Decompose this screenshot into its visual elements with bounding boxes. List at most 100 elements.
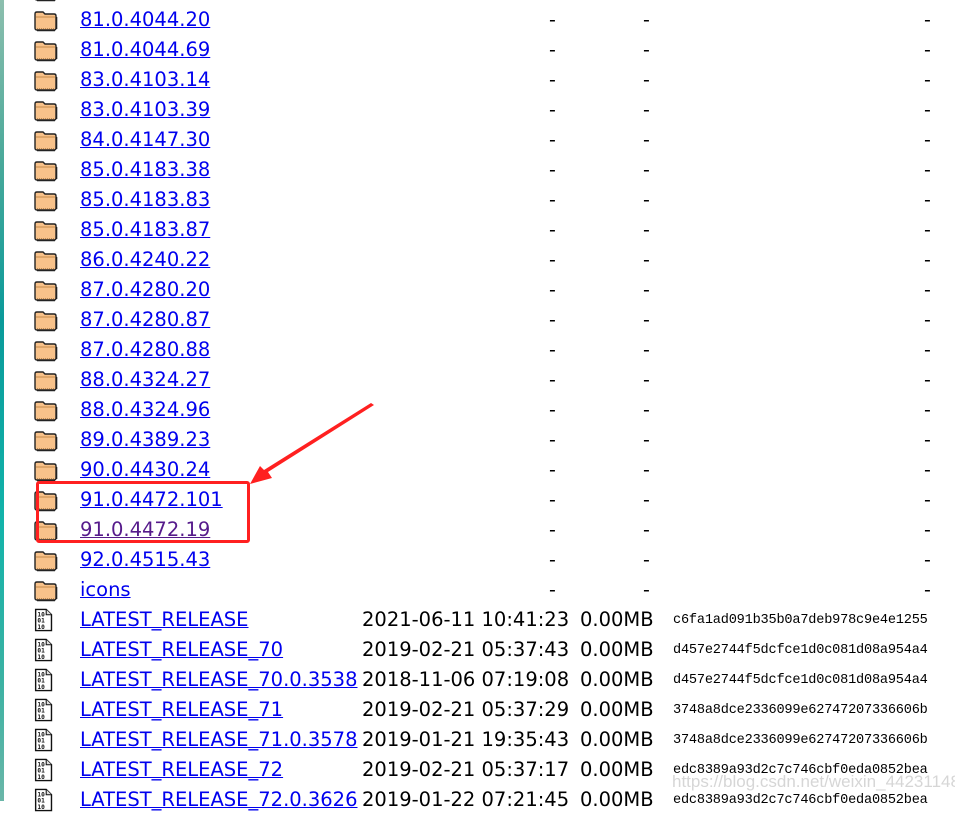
file-hash: c6fa1ad091b35b0a7deb978c9e4e1255: [673, 613, 928, 628]
folder-link[interactable]: 81.0.4044.69: [80, 38, 210, 62]
size-placeholder: -: [643, 459, 650, 481]
hash-placeholder: -: [924, 9, 931, 31]
folder-row: 84.0.4147.30 - - -: [0, 125, 955, 155]
file-link[interactable]: LATEST_RELEASE_70: [80, 638, 283, 662]
folder-icon: [33, 190, 58, 212]
size-placeholder: -: [643, 369, 650, 391]
hash-placeholder: -: [924, 579, 931, 601]
folder-link[interactable]: 85.0.4183.83: [80, 188, 210, 212]
size-placeholder: -: [643, 579, 650, 601]
file-size: 0.00MB: [580, 788, 654, 811]
svg-text:10: 10: [37, 804, 45, 811]
modified-placeholder: -: [549, 219, 556, 241]
file-modified-date: 2019-01-22 07:21:45: [362, 788, 570, 811]
file-row: 10 01 10 LATEST_RELEASE_71.0.3578 2019-01-21…: [0, 725, 955, 755]
size-placeholder: -: [643, 189, 650, 211]
folder-row: 87.0.4280.20 - - -: [0, 275, 955, 305]
modified-placeholder: -: [549, 129, 556, 151]
folder-link[interactable]: 92.0.4515.43: [80, 548, 210, 572]
folder-link[interactable]: 81.0.4044.20: [80, 8, 210, 32]
file-row: 10 01 10 LATEST_RELEASE_72.0.3626 2019-01-22…: [0, 785, 955, 815]
folder-link[interactable]: 88.0.4324.96: [80, 398, 210, 422]
size-placeholder: -: [643, 249, 650, 271]
hash-placeholder: -: [924, 0, 931, 2]
folder-link[interactable]: 87.0.4280.88: [80, 338, 210, 362]
folder-icon: [33, 460, 58, 482]
folder-link[interactable]: 85.0.4183.38: [80, 158, 210, 182]
file-size: 0.00MB: [580, 638, 654, 661]
folder-row: 83.0.4103.14 - - -: [0, 65, 955, 95]
hash-placeholder: -: [924, 489, 931, 511]
binary-file-icon: 10 01 10: [33, 607, 58, 632]
file-modified-date: 2018-11-06 07:19:08: [362, 668, 570, 691]
hash-placeholder: -: [924, 339, 931, 361]
file-modified-date: 2019-01-21 19:35:43: [362, 728, 570, 751]
svg-text:10: 10: [37, 744, 45, 751]
hash-placeholder: -: [924, 309, 931, 331]
size-placeholder: -: [643, 399, 650, 421]
folder-icon: [33, 70, 58, 92]
folder-link[interactable]: 85.0.4183.87: [80, 218, 210, 242]
folder-icon: [33, 130, 58, 152]
folder-row: 85.0.4183.38 - - -: [0, 155, 955, 185]
hash-placeholder: -: [924, 549, 931, 571]
folder-link[interactable]: 84.0.4147.30: [80, 128, 210, 152]
folder-link[interactable]: 83.0.4103.14: [80, 68, 210, 92]
size-placeholder: -: [643, 549, 650, 571]
hash-placeholder: -: [924, 99, 931, 121]
folder-link[interactable]: 91.0.4472.101: [80, 488, 223, 512]
hash-placeholder: -: [924, 249, 931, 271]
modified-placeholder: -: [549, 159, 556, 181]
binary-file-icon: 10 01 10: [33, 757, 58, 782]
file-link[interactable]: LATEST_RELEASE_71.0.3578: [80, 728, 358, 752]
hash-placeholder: -: [924, 219, 931, 241]
file-hash: 3748a8dce2336099e62747207336606b: [673, 703, 928, 718]
folder-link[interactable]: 87.0.4280.87: [80, 308, 210, 332]
folder-link[interactable]: 80.0.3987.16: [80, 0, 210, 2]
folder-row: 81.0.4044.69 - - -: [0, 35, 955, 65]
modified-placeholder: -: [549, 39, 556, 61]
size-placeholder: -: [643, 9, 650, 31]
binary-file-icon: 10 01 10: [33, 667, 58, 692]
folder-link[interactable]: 88.0.4324.27: [80, 368, 210, 392]
size-placeholder: -: [643, 489, 650, 511]
folder-icon: [33, 160, 58, 182]
binary-file-icon: 10 01 10: [33, 637, 58, 662]
folder-link[interactable]: icons: [80, 578, 131, 602]
folder-icon: [33, 280, 58, 302]
folder-link[interactable]: 91.0.4472.19: [80, 518, 210, 542]
modified-placeholder: -: [549, 549, 556, 571]
file-link[interactable]: LATEST_RELEASE_72.0.3626: [80, 788, 358, 812]
file-link[interactable]: LATEST_RELEASE: [80, 608, 249, 632]
folder-row: 88.0.4324.27 - - -: [0, 365, 955, 395]
hash-placeholder: -: [924, 129, 931, 151]
folder-link[interactable]: 83.0.4103.39: [80, 98, 210, 122]
file-link[interactable]: LATEST_RELEASE_70.0.3538: [80, 668, 358, 692]
file-row: 10 01 10 LATEST_RELEASE_72 2019-02-21 05:37:…: [0, 755, 955, 785]
folder-row: 81.0.4044.20 - - -: [0, 5, 955, 35]
folder-row: 92.0.4515.43 - - -: [0, 545, 955, 575]
file-modified-date: 2019-02-21 05:37:43: [362, 638, 570, 661]
modified-placeholder: -: [549, 0, 556, 2]
hash-placeholder: -: [924, 429, 931, 451]
modified-placeholder: -: [549, 399, 556, 421]
folder-link[interactable]: 87.0.4280.20: [80, 278, 210, 302]
modified-placeholder: -: [549, 69, 556, 91]
file-link[interactable]: LATEST_RELEASE_72: [80, 758, 283, 782]
folder-link[interactable]: 89.0.4389.23: [80, 428, 210, 452]
folder-link[interactable]: 90.0.4430.24: [80, 458, 210, 482]
size-placeholder: -: [643, 39, 650, 61]
folder-icon: [33, 550, 58, 572]
folder-row: 85.0.4183.83 - - -: [0, 185, 955, 215]
modified-placeholder: -: [549, 459, 556, 481]
modified-placeholder: -: [549, 339, 556, 361]
hash-placeholder: -: [924, 279, 931, 301]
file-link[interactable]: LATEST_RELEASE_71: [80, 698, 283, 722]
folder-icon: [33, 580, 58, 602]
folder-row: 91.0.4472.19 - - -: [0, 515, 955, 545]
folder-row: 90.0.4430.24 - - -: [0, 455, 955, 485]
folder-row: 88.0.4324.96 - - -: [0, 395, 955, 425]
file-row: 10 01 10 LATEST_RELEASE 2021-06-11 10:41:23 0…: [0, 605, 955, 635]
folder-link[interactable]: 86.0.4240.22: [80, 248, 210, 272]
size-placeholder: -: [643, 129, 650, 151]
